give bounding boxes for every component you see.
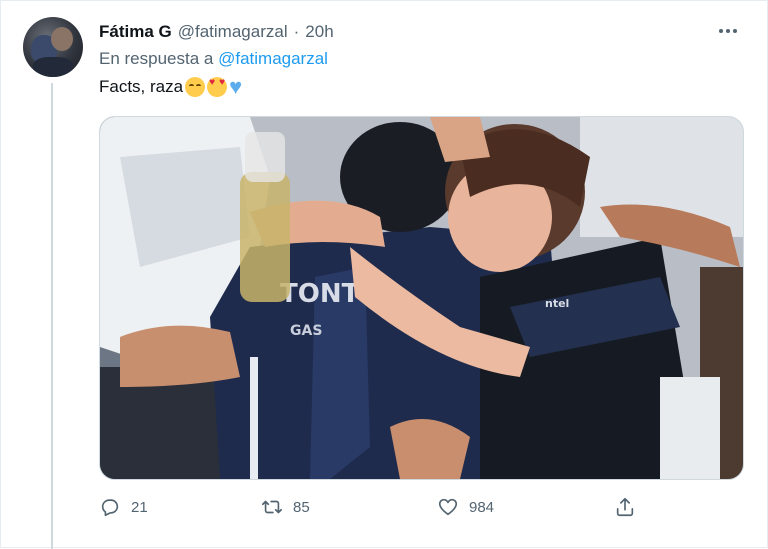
- tweet-text: Facts, raza ♥: [99, 74, 243, 99]
- avatar[interactable]: [23, 17, 83, 77]
- like-button[interactable]: 984: [437, 493, 494, 521]
- separator-dot: ·: [293, 22, 300, 41]
- media-illustration: TONTE GAS ntel: [100, 117, 743, 479]
- avatar-shadow: [33, 57, 73, 77]
- share-button[interactable]: [614, 493, 636, 521]
- relieved-face-icon: [185, 77, 206, 97]
- like-count: 984: [469, 498, 495, 516]
- jersey-sponsor-text: GAS: [290, 323, 322, 339]
- share-icon: [616, 497, 634, 517]
- tweet-actions: 21 85 984: [99, 493, 659, 521]
- author-name[interactable]: Fátima G: [99, 22, 172, 42]
- thread-line: [51, 83, 53, 549]
- tweet-header: Fátima G @fatimagarzal · 20h: [99, 21, 334, 43]
- heart-eyes-face-icon: [207, 77, 228, 97]
- reply-count: 21: [131, 498, 148, 516]
- retweet-button[interactable]: 85: [261, 493, 310, 521]
- blue-heart-icon: ♥: [229, 74, 243, 99]
- retweet-icon: [262, 500, 282, 514]
- tweet-timestamp[interactable]: 20h: [305, 22, 333, 42]
- tweet-media-image[interactable]: TONTE GAS ntel: [99, 116, 744, 480]
- reply-context: En respuesta a @fatimagarzal: [99, 49, 328, 69]
- sleeve-text: ntel: [545, 297, 569, 310]
- reply-button[interactable]: 21: [99, 493, 148, 521]
- reply-icon: [101, 499, 119, 517]
- author-handle[interactable]: @fatimagarzal: [178, 22, 288, 42]
- reply-mention-link[interactable]: @fatimagarzal: [218, 49, 328, 68]
- reply-prefix: En respuesta a: [99, 49, 214, 68]
- more-options-icon[interactable]: [713, 19, 743, 43]
- retweet-count: 85: [293, 498, 310, 516]
- tweet-emojis: ♥: [185, 74, 243, 99]
- avatar-face: [51, 27, 73, 51]
- tweet-text-body: Facts, raza: [99, 77, 184, 96]
- tweet-card[interactable]: Fátima G @fatimagarzal · 20h En respuest…: [0, 0, 768, 549]
- heart-icon: [438, 498, 458, 516]
